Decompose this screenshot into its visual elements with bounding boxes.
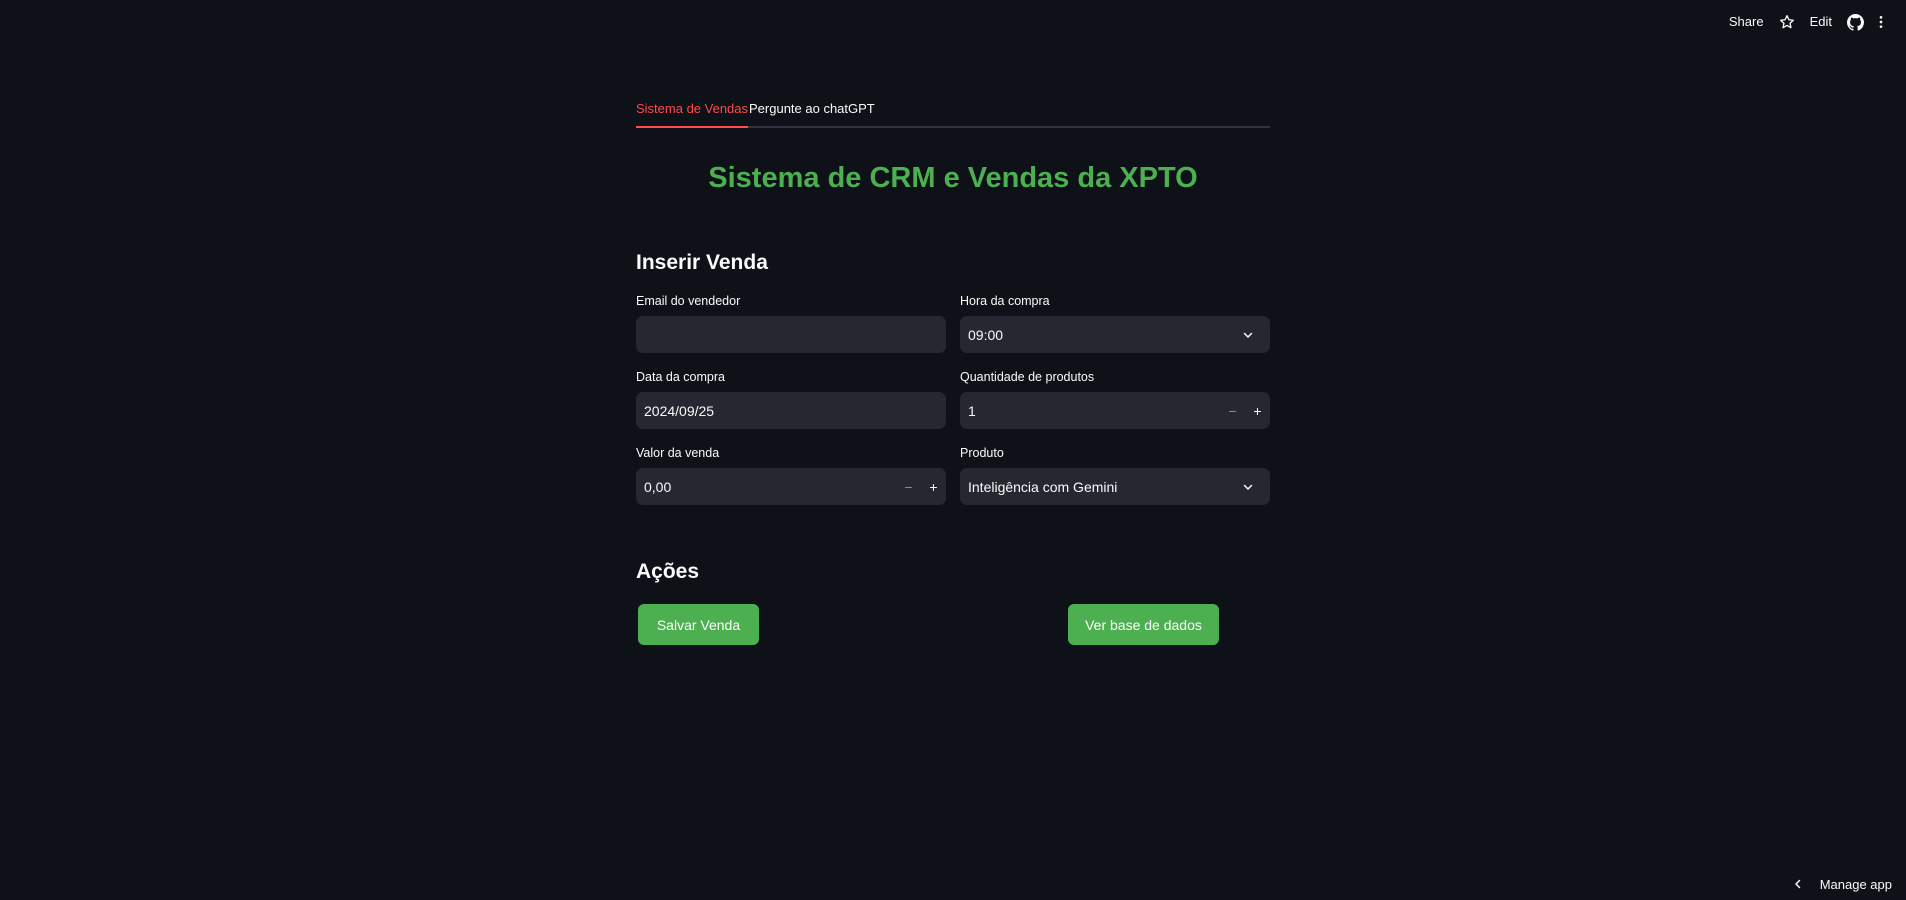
quantidade-field-group: Quantidade de produtos − + — [960, 369, 1270, 429]
date-input[interactable] — [644, 392, 938, 429]
email-field-box — [636, 316, 946, 353]
quantidade-label: Quantidade de produtos — [960, 370, 1095, 384]
manage-app-label: Manage app — [1819, 876, 1892, 892]
quantity-decrement-button[interactable]: − — [1220, 392, 1245, 429]
star-icon[interactable] — [1774, 10, 1800, 34]
acoes-header: Ações — [636, 560, 700, 583]
hora-select[interactable]: 09:00 — [960, 316, 1270, 353]
quantity-input[interactable] — [968, 392, 1220, 429]
quantity-increment-button[interactable]: + — [1245, 392, 1270, 429]
tab-sistema-de-vendas[interactable]: Sistema de Vendas — [636, 100, 749, 128]
page-title: Sistema de CRM e Vendas da XPTO — [708, 162, 1198, 194]
valor-field-group: Valor da venda − + — [636, 445, 946, 505]
tab-pergunte-ao-chatgpt[interactable]: Pergunte ao chatGPT — [749, 100, 875, 126]
produto-label: Produto — [960, 446, 1004, 460]
top-toolbar: Share Edit — [1719, 10, 1894, 34]
edit-button[interactable]: Edit — [1800, 10, 1842, 34]
inserir-venda-header: Inserir Venda — [636, 251, 768, 274]
hora-value: 09:00 — [968, 326, 1004, 343]
produto-value: Inteligência com Gemini — [968, 478, 1118, 495]
data-field-group: Data da compra — [636, 369, 946, 429]
more-vertical-icon[interactable] — [1868, 10, 1894, 34]
valor-input[interactable] — [644, 468, 896, 505]
tab-bar: Sistema de Vendas Pergunte ao chatGPT — [636, 96, 1270, 128]
date-input-box — [636, 392, 946, 429]
quantity-stepper: − + — [960, 392, 1270, 429]
email-label: Email do vendedor — [636, 294, 741, 308]
save-sale-button[interactable]: Salvar Venda — [638, 604, 759, 645]
valor-stepper: − + — [636, 468, 946, 505]
share-button[interactable]: Share — [1719, 10, 1774, 34]
email-field-group: Email do vendedor — [636, 293, 946, 353]
chevron-left-icon — [1792, 878, 1804, 890]
chevron-down-icon — [1238, 477, 1258, 497]
data-label: Data da compra — [636, 370, 725, 384]
github-icon[interactable] — [1842, 10, 1868, 34]
produto-select[interactable]: Inteligência com Gemini — [960, 468, 1270, 505]
manage-app-button[interactable]: Manage app — [1792, 872, 1892, 896]
hora-label: Hora da compra — [960, 294, 1050, 308]
email-field[interactable] — [644, 316, 938, 353]
produto-field-group: Produto Inteligência com Gemini — [960, 445, 1270, 505]
hora-field-group: Hora da compra 09:00 — [960, 293, 1270, 353]
view-database-button[interactable]: Ver base de dados — [1068, 604, 1219, 645]
valor-label: Valor da venda — [636, 446, 720, 460]
valor-increment-button[interactable]: + — [921, 468, 946, 505]
chevron-down-icon — [1238, 325, 1258, 345]
valor-decrement-button[interactable]: − — [896, 468, 921, 505]
